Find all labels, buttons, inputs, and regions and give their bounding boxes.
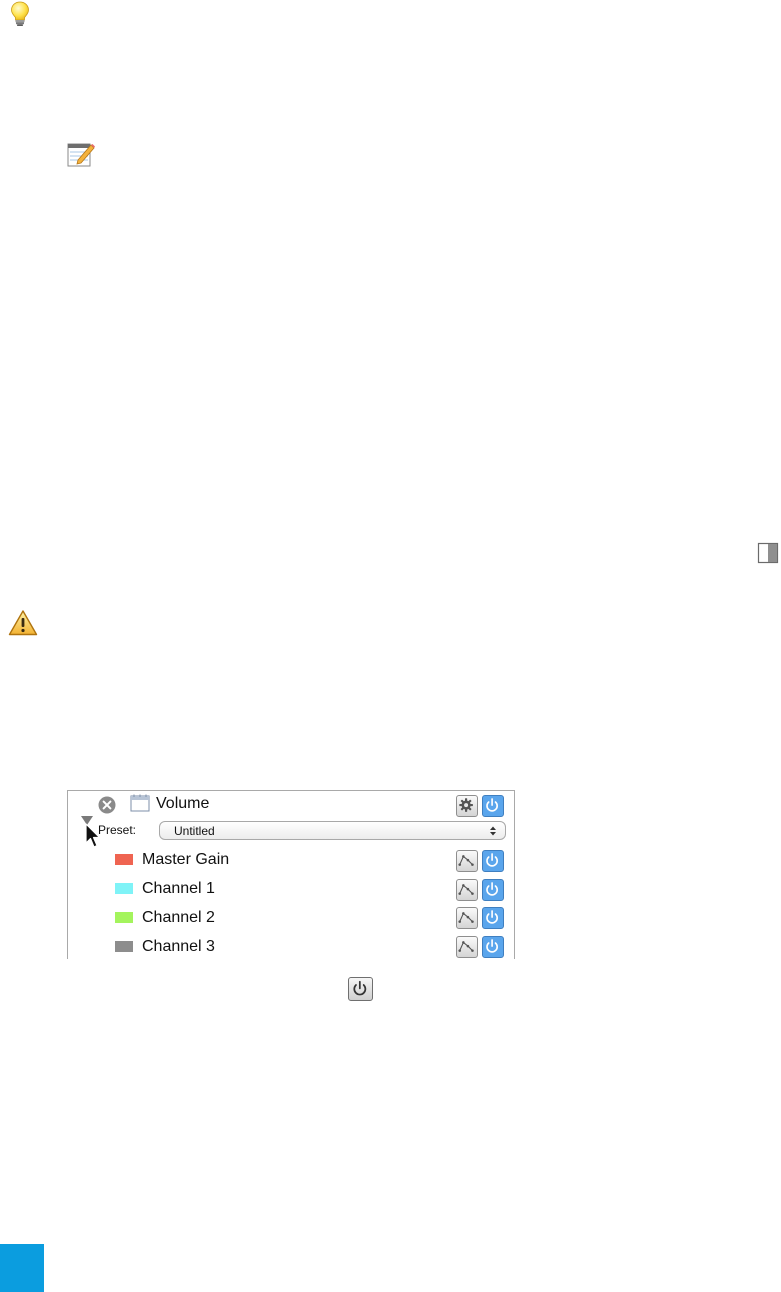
- channel-power-button[interactable]: [482, 936, 504, 958]
- preset-value: Untitled: [174, 824, 215, 838]
- power-icon: [486, 798, 498, 812]
- automation-curve-icon: [458, 855, 474, 866]
- channel-color-swatch: [115, 883, 133, 894]
- split-pane-icon: [757, 542, 779, 564]
- preset-select[interactable]: Untitled: [159, 821, 506, 840]
- automation-curve-icon: [458, 941, 474, 952]
- lightbulb-icon: [11, 1, 29, 26]
- channel-label: Channel 1: [142, 880, 215, 897]
- automation-curve-icon: [458, 884, 474, 895]
- warning-icon: [8, 610, 38, 636]
- channel-label: Master Gain: [142, 851, 230, 868]
- notepad-icon: [67, 143, 95, 167]
- channel-label: Channel 2: [142, 909, 215, 926]
- channel-color-swatch: [115, 941, 133, 952]
- plugin-title: Volume: [156, 795, 210, 812]
- stepper-arrows-icon: [490, 826, 496, 836]
- channel-color-swatch: [115, 912, 133, 923]
- close-circle-icon[interactable]: [98, 796, 116, 814]
- power-icon: [353, 980, 367, 996]
- automation-button[interactable]: [456, 879, 478, 901]
- automation-button[interactable]: [456, 850, 478, 872]
- power-icon: [486, 882, 498, 896]
- power-icon: [486, 910, 498, 924]
- gear-icon: [459, 798, 473, 812]
- power-icon: [486, 939, 498, 953]
- mouse-cursor-icon: [85, 823, 101, 848]
- automation-button[interactable]: [456, 936, 478, 958]
- power-button[interactable]: [482, 795, 504, 817]
- channel-power-button[interactable]: [482, 850, 504, 872]
- channel-power-button[interactable]: [482, 879, 504, 901]
- channel-power-button[interactable]: [482, 907, 504, 929]
- preset-label: Preset:: [98, 823, 137, 837]
- plugin-window-icon: [130, 794, 150, 812]
- channel-label: Channel 3: [142, 938, 215, 955]
- plugin-panel: Volume Preset: Untitled Master Gain Chan…: [67, 790, 515, 959]
- automation-button[interactable]: [456, 907, 478, 929]
- power-button-reference: [348, 977, 373, 1001]
- power-icon: [486, 853, 498, 867]
- settings-button[interactable]: [456, 795, 478, 817]
- page-marker: [0, 1244, 44, 1292]
- channel-color-swatch: [115, 854, 133, 865]
- automation-curve-icon: [458, 912, 474, 923]
